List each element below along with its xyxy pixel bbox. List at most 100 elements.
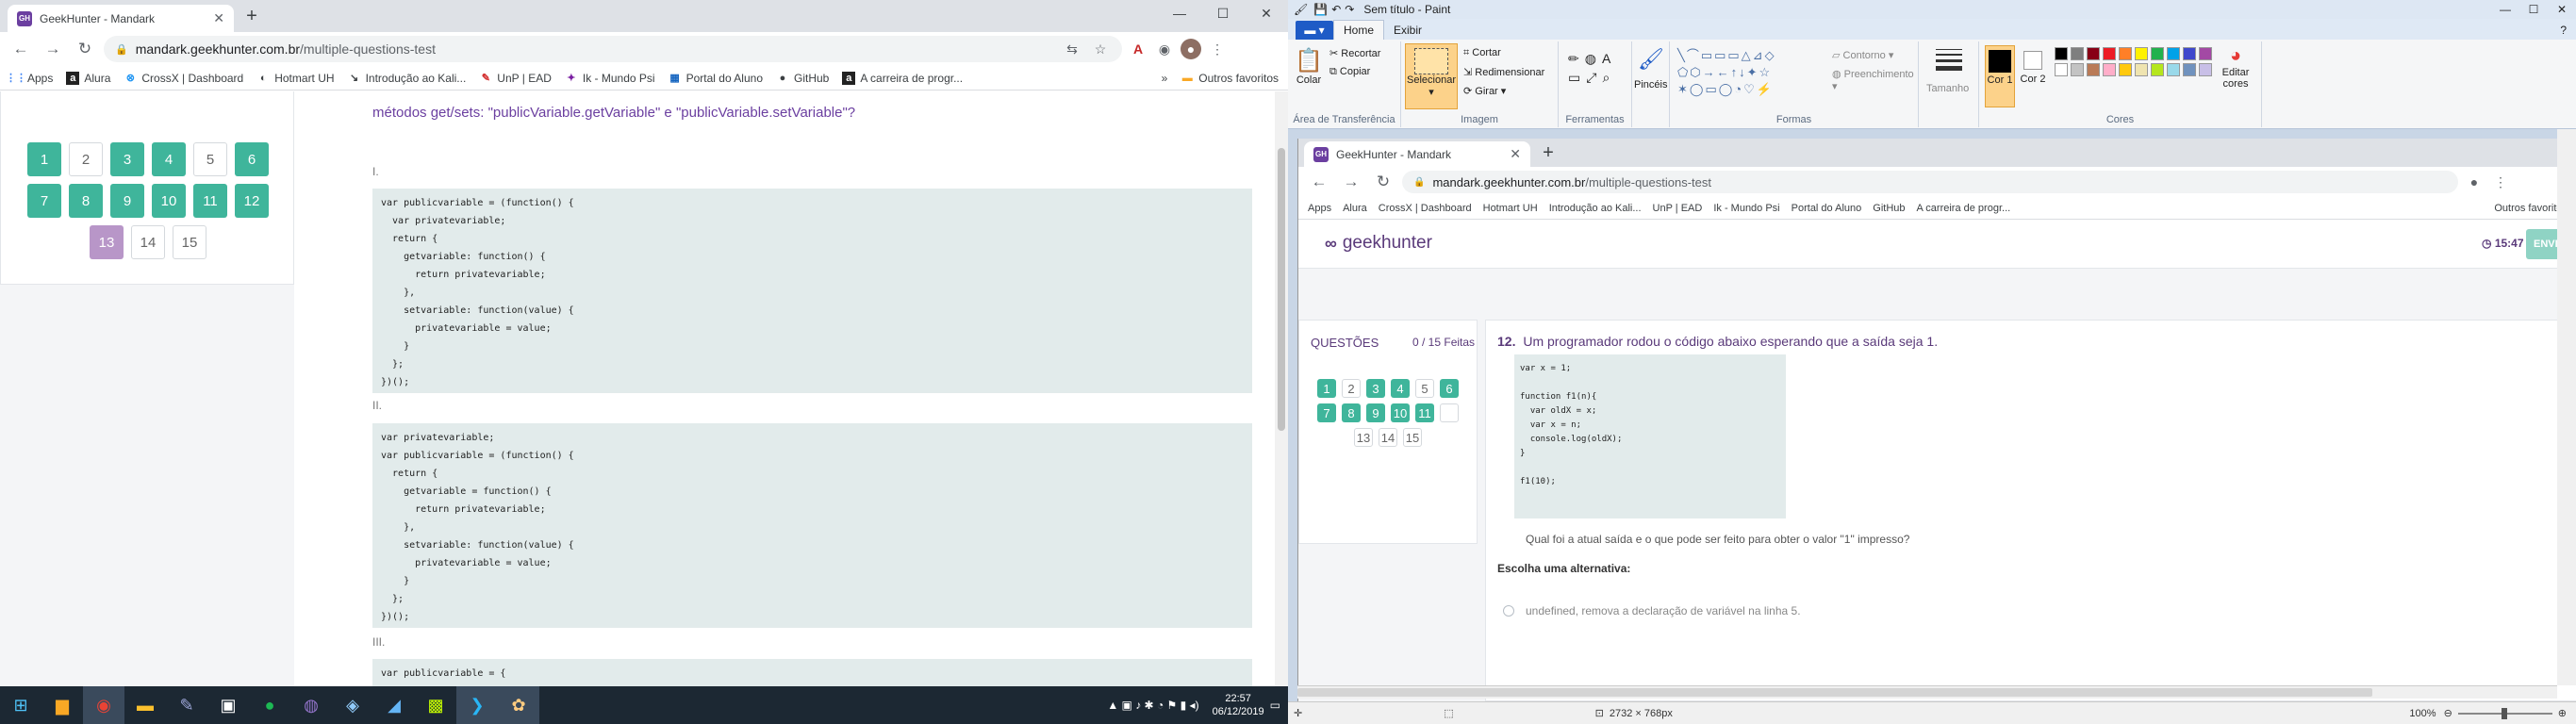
scrollbar-thumb[interactable] [1278, 148, 1285, 431]
option-code-3[interactable]: var publicvariable = { [372, 659, 1252, 686]
undo-icon[interactable]: ↶ [1331, 3, 1341, 16]
question-button[interactable]: 3 [110, 142, 144, 176]
question-button[interactable]: 5 [193, 142, 227, 176]
bookmark-kali[interactable]: ↘ Introdução ao Kali... [348, 72, 466, 85]
palette-swatch[interactable] [2087, 47, 2100, 60]
palette-swatch[interactable] [2071, 47, 2084, 60]
new-tab-button[interactable]: + [239, 4, 264, 28]
close-tab-icon[interactable]: ✕ [213, 10, 224, 26]
brushes-group[interactable]: 🖌 Pincéis [1632, 41, 1670, 127]
palette-swatch[interactable] [2055, 63, 2068, 76]
back-icon[interactable]: ← [8, 36, 34, 62]
question-button[interactable]: 5 [1415, 379, 1434, 398]
palette-swatch[interactable] [2119, 63, 2132, 76]
bookmark-github[interactable]: ● GitHub [776, 72, 830, 85]
browser-tab[interactable]: GH GeekHunter - Mandark ✕ [8, 5, 234, 32]
question-button[interactable]: 9 [1366, 403, 1385, 422]
question-button[interactable]: 12 [235, 184, 269, 218]
pen-app-icon[interactable]: ✎ [166, 686, 207, 724]
tab-home[interactable]: Home [1333, 20, 1385, 40]
zoom-slider-thumb[interactable] [2501, 707, 2507, 719]
question-button[interactable]: 7 [27, 184, 61, 218]
translate-icon[interactable]: ⇆ [1062, 39, 1082, 59]
vscode-icon[interactable]: ❯ [456, 686, 498, 724]
bookmark-apps[interactable]: ⋮⋮ Apps [6, 72, 53, 85]
minimize-icon[interactable]: — [1158, 0, 1201, 26]
question-button[interactable]: 15 [173, 225, 206, 259]
question-button[interactable]: 8 [69, 184, 103, 218]
question-button[interactable]: 15 [1403, 428, 1422, 447]
notifications-icon[interactable]: ▭ [1270, 699, 1280, 712]
palette-swatch[interactable] [2087, 63, 2100, 76]
bookmark-hotmart[interactable]: ◐ Hotmart UH [256, 72, 335, 85]
palette-swatch[interactable] [2199, 63, 2212, 76]
option-code-2[interactable]: var privatevariable; var publicvariable … [372, 423, 1252, 628]
question-button[interactable]: 4 [152, 142, 186, 176]
tab-view[interactable]: Exibir [1384, 21, 1431, 40]
paint-vertical-scrollbar[interactable] [2557, 129, 2576, 685]
question-button[interactable]: 10 [152, 184, 186, 218]
palette-swatch[interactable] [2151, 63, 2164, 76]
copy-button[interactable]: ⧉ Copiar [1329, 66, 1370, 78]
question-button[interactable]: 4 [1391, 379, 1410, 398]
virtualbox-icon[interactable]: ◈ [332, 686, 373, 724]
pdf-extension-icon[interactable]: A [1128, 39, 1148, 59]
question-button[interactable]: 11 [1415, 403, 1434, 422]
size-group[interactable]: Tamanho [1919, 41, 1979, 127]
palette-swatch[interactable] [2135, 63, 2148, 76]
rotate-button[interactable]: ⟳ Girar ▾ [1463, 85, 1506, 97]
question-button[interactable]: 14 [1379, 428, 1397, 447]
palette-swatch[interactable] [2055, 47, 2068, 60]
question-button[interactable]: 2 [69, 142, 103, 176]
forward-icon[interactable]: → [40, 36, 66, 62]
question-button[interactable]: 1 [27, 142, 61, 176]
maximize-icon[interactable]: ☐ [1201, 0, 1245, 26]
palette-swatch[interactable] [2183, 47, 2196, 60]
option-code-1[interactable]: var publicvariable = (function() { var p… [372, 189, 1252, 393]
palette-swatch[interactable] [2071, 63, 2084, 76]
ide-app-icon[interactable]: ◢ [373, 686, 415, 724]
palette-swatch[interactable] [2199, 47, 2212, 60]
tor-icon[interactable]: ◍ [290, 686, 332, 724]
shapes-gallery[interactable]: ╲⌒▭▭▭△⊿◇ ⬠⬡→←↑↓✦☆ ✶◯▭◯◔♡⚡ [1677, 47, 1817, 98]
bookmark-portal[interactable]: ▦ Portal do Aluno [669, 72, 763, 85]
question-button[interactable]: 10 [1391, 403, 1410, 422]
close-window-icon[interactable]: ✕ [2548, 3, 2576, 16]
zoom-slider[interactable] [2457, 707, 2552, 719]
palette-swatch[interactable] [2103, 63, 2116, 76]
question-button[interactable]: 1 [1317, 379, 1336, 398]
color-picker-icon[interactable]: ⤢ [1586, 70, 1602, 85]
bookmark-star-icon[interactable]: ☆ [1090, 39, 1111, 59]
question-button[interactable]: 3 [1366, 379, 1385, 398]
resize-button[interactable]: ⇲ Redimensionar [1463, 66, 1544, 78]
eraser-icon[interactable]: ▭ [1568, 70, 1586, 85]
pencil-icon[interactable]: ✏ [1568, 51, 1585, 66]
bookmark-crossx[interactable]: ⊗ CrossX | Dashboard [124, 72, 243, 85]
minimize-icon[interactable]: — [2491, 3, 2519, 16]
edit-colors-button[interactable]: ◕ Editar cores [2215, 45, 2256, 90]
bookmark-unp[interactable]: ✎ UnP | EAD [479, 72, 552, 85]
help-icon[interactable]: ? [2551, 21, 2576, 40]
outline-dropdown[interactable]: ▱ Contorno ▾ [1832, 49, 1893, 61]
zoom-in-icon[interactable]: ⊕ [2558, 707, 2567, 719]
question-button[interactable]: 8 [1342, 403, 1361, 422]
bookmark-other-favorites[interactable]: ▬ Outros favoritos [1181, 72, 1279, 85]
color2-button[interactable]: Cor 2 [2019, 45, 2047, 107]
paint-horizontal-scrollbar[interactable] [1297, 685, 2557, 699]
redo-icon[interactable]: ↷ [1345, 3, 1354, 16]
file-menu-button[interactable]: ▬ ▾ [1296, 21, 1333, 40]
palette-swatch[interactable] [2151, 47, 2164, 60]
scrollbar-thumb[interactable] [1297, 688, 2372, 697]
tray-icons[interactable]: ▲ ▣ ♪ ✱ ◔ ⚑ ▮ ◂) [1107, 699, 1198, 712]
crop-button[interactable]: ⌗ Cortar [1463, 47, 1501, 59]
pycharm-icon[interactable]: ▩ [415, 686, 456, 724]
bookmark-ik[interactable]: ✦ Ik - Mundo Psi [565, 72, 654, 85]
tool-icons[interactable]: ✏◍A ▭⤢⌕ [1568, 49, 1616, 87]
color-palette[interactable] [2055, 47, 2215, 76]
color1-button[interactable]: Cor 1 [1985, 45, 2015, 107]
palette-swatch[interactable] [2119, 47, 2132, 60]
bookmark-carreira[interactable]: aA carreira de progr... [842, 71, 963, 85]
cut-button[interactable]: ✂ Recortar [1329, 47, 1380, 59]
paste-button[interactable]: 📋 Colar [1294, 47, 1324, 96]
question-button[interactable]: 6 [235, 142, 269, 176]
